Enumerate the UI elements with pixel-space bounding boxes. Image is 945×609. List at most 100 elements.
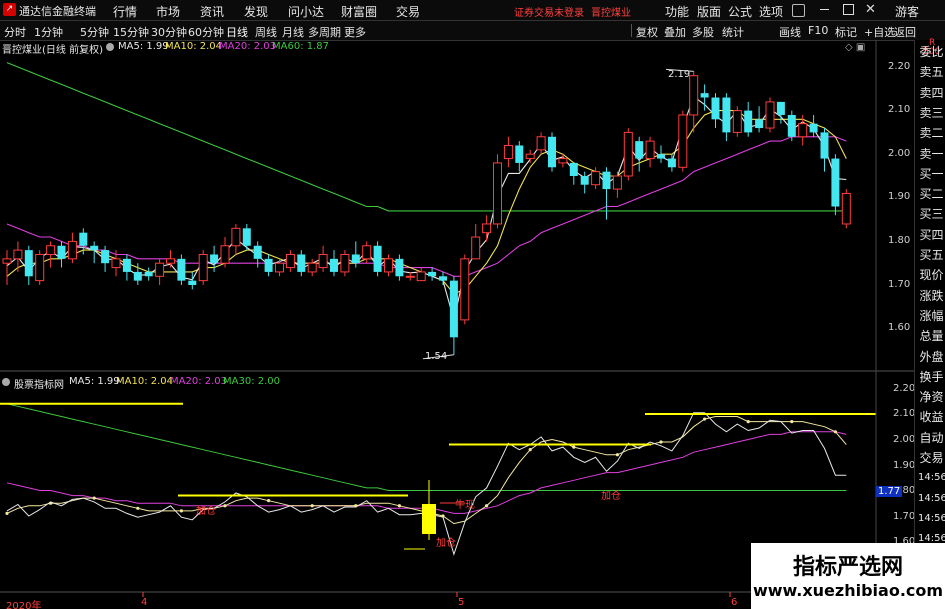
chart-options-icon[interactable]: ◇ ▣ — [845, 42, 865, 53]
settings-icon[interactable] — [106, 43, 114, 51]
sidebar-item[interactable]: 涨幅 — [918, 306, 945, 326]
indicator-title[interactable]: 股票指标网 — [14, 376, 64, 391]
candle-body — [35, 253, 45, 282]
sidebar-item[interactable]: 外盘 — [918, 347, 945, 367]
sidebar-item[interactable]: 涨跌 — [918, 286, 945, 306]
candle-body — [307, 262, 317, 273]
add-position-label: 加仓 — [436, 538, 456, 549]
sidebar-item[interactable]: 卖五 — [918, 62, 945, 82]
maximize-icon[interactable] — [843, 4, 854, 15]
candle-body — [111, 258, 121, 269]
sidebar-item[interactable]: 14:56 — [918, 509, 945, 529]
main-ma60: MA60: 1.87 — [272, 41, 330, 52]
watermark-title: 指标严选网 — [792, 555, 903, 580]
tf-multi[interactable]: 多周期 — [308, 24, 341, 40]
add-watchlist-button[interactable]: +自选 — [864, 24, 895, 40]
candle-body — [667, 158, 676, 168]
candle-body — [231, 227, 241, 247]
back-button[interactable]: 返回 — [894, 24, 916, 40]
close-icon[interactable]: ✕ — [865, 2, 876, 17]
sidebar-item[interactable]: 14:56 — [918, 489, 945, 509]
sidebar-item[interactable]: 委比 — [918, 42, 945, 62]
minimize-icon[interactable] — [820, 9, 829, 10]
menu-item-trade[interactable]: 交易 — [396, 3, 420, 20]
sidebar-item[interactable]: 交易 — [918, 448, 945, 468]
draw-button[interactable]: 画线 — [779, 24, 801, 40]
candle-body — [351, 254, 360, 264]
sidebar-item[interactable]: 买三 — [918, 204, 945, 224]
sidebar-item[interactable]: 买一 — [918, 164, 945, 184]
sidebar-item[interactable]: 现价 — [918, 265, 945, 285]
sidebar-item[interactable]: 买四 — [918, 225, 945, 245]
menu-item-news[interactable]: 资讯 — [200, 3, 224, 20]
stats-button[interactable]: 统计 — [722, 24, 744, 40]
candlestick-chart[interactable] — [0, 40, 945, 609]
ind-ma30: MA30: 2.00 — [223, 376, 281, 387]
menu-item-formula[interactable]: 公式 — [728, 3, 752, 20]
tf-monthly[interactable]: 月线 — [282, 24, 304, 40]
candle-body — [122, 258, 131, 272]
tf-weekly[interactable]: 周线 — [255, 24, 277, 40]
tf-intraday[interactable]: 分时 — [4, 24, 26, 40]
candle-body — [144, 271, 153, 277]
user-icon[interactable] — [792, 4, 805, 17]
sidebar-item[interactable]: 买五 — [918, 245, 945, 265]
candle-body — [340, 253, 350, 273]
candle-body — [776, 101, 785, 115]
sidebar-item[interactable]: 14:56 — [918, 468, 945, 488]
candle-body — [612, 175, 622, 190]
candle-body — [416, 271, 426, 282]
sidebar-item[interactable]: 换手 — [918, 367, 945, 387]
f10-button[interactable]: F10 — [808, 24, 828, 37]
tf-60min[interactable]: 60分钟 — [188, 24, 224, 40]
menu-item-discover[interactable]: 发现 — [244, 3, 268, 20]
multi-stock-button[interactable]: 多股 — [692, 24, 714, 40]
candle-body — [330, 258, 338, 272]
ind-ma5: MA5: 1.99 — [69, 376, 120, 387]
x-tick-label: 4 — [141, 597, 148, 608]
tf-30min[interactable]: 30分钟 — [151, 24, 187, 40]
tf-5min[interactable]: 5分钟 — [80, 24, 109, 40]
sidebar-item[interactable]: 卖二 — [918, 123, 945, 143]
candle-body — [362, 245, 372, 260]
app-title: 通达信金融终端 — [19, 5, 96, 18]
sidebar-item[interactable]: 总量 — [918, 326, 945, 346]
sidebar-item[interactable]: 卖三 — [918, 103, 945, 123]
menu-item-wealth[interactable]: 财富圈 — [341, 3, 377, 20]
indicator-settings-icon[interactable] — [2, 378, 10, 386]
sidebar-item[interactable]: 买二 — [918, 184, 945, 204]
sidebar-item[interactable]: 收益 — [918, 407, 945, 427]
tf-more[interactable]: 更多 — [344, 24, 366, 40]
tf-daily[interactable]: 日线 — [226, 24, 248, 40]
menu-item-market[interactable]: 行情 — [113, 3, 137, 20]
candle-body — [635, 141, 644, 159]
sidebar-item[interactable]: 净资 — [918, 387, 945, 407]
overlay-button[interactable]: 叠加 — [664, 24, 686, 40]
candle-body — [210, 254, 219, 264]
candle-body — [13, 249, 23, 260]
tf-1min[interactable]: 1分钟 — [34, 24, 63, 40]
guest-label[interactable]: 游客 — [895, 3, 919, 20]
sidebar-item[interactable]: 卖四 — [918, 83, 945, 103]
menu-item-function[interactable]: 功能 — [665, 3, 689, 20]
candle-body — [558, 158, 568, 164]
ma5-line — [6, 95, 847, 321]
tf-15min[interactable]: 15分钟 — [113, 24, 149, 40]
ind-dot — [49, 501, 53, 505]
add-position-label: 加仓 — [196, 506, 216, 517]
menu-item-ask[interactable]: 问小达 — [288, 3, 324, 20]
sidebar-item[interactable]: 自动 — [918, 428, 945, 448]
candle-body — [177, 258, 186, 281]
candle-body — [188, 280, 197, 285]
login-status[interactable]: 证券交易未登录 — [514, 4, 584, 19]
menu-item-options[interactable]: 选项 — [759, 3, 783, 20]
ind-dot — [833, 430, 838, 434]
sidebar-item[interactable]: 卖一 — [918, 144, 945, 164]
menu-item-layout[interactable]: 版面 — [697, 3, 721, 20]
ind-dot — [136, 506, 140, 510]
adjust-button[interactable]: 复权 — [636, 24, 658, 40]
ind-dot — [267, 499, 271, 503]
mark-button[interactable]: 标记 — [835, 24, 857, 40]
menu-item-exchange[interactable]: 市场 — [156, 3, 180, 20]
ma20-line — [6, 136, 847, 277]
